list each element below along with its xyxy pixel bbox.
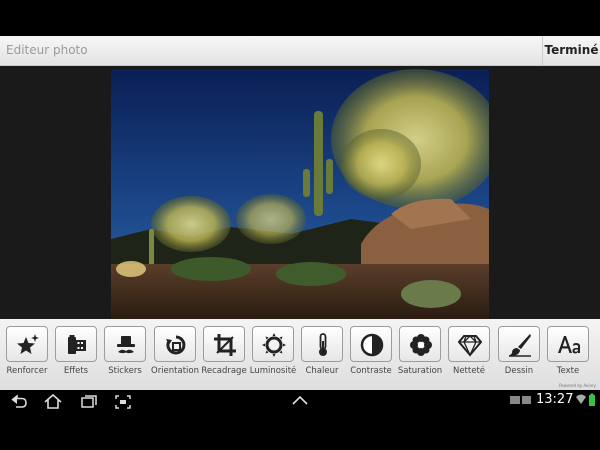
thermometer-icon xyxy=(319,333,327,356)
effets-button[interactable] xyxy=(55,326,97,362)
battery-icon xyxy=(589,393,595,406)
done-button[interactable]: Terminé xyxy=(542,36,600,65)
title-bar: Editeur photo Terminé xyxy=(0,36,600,66)
bottom-black-bar xyxy=(0,414,600,450)
contrast-icon xyxy=(360,333,384,357)
screenshot-icon[interactable] xyxy=(114,394,132,410)
tool-recadrage[interactable]: Recadrage xyxy=(200,326,248,386)
star-sparkle-icon xyxy=(17,334,39,354)
diamond-icon xyxy=(458,335,482,357)
back-icon[interactable] xyxy=(10,394,28,410)
wifi-icon xyxy=(576,394,586,404)
notification-icons xyxy=(510,396,531,404)
tool-saturation[interactable]: Saturation xyxy=(396,326,444,386)
renforcer-button[interactable] xyxy=(6,326,48,362)
tool-stickers[interactable]: Stickers xyxy=(101,326,149,386)
system-nav-bar: 13:27 xyxy=(0,390,600,414)
texte-button[interactable] xyxy=(547,326,589,362)
editor-canvas xyxy=(0,66,600,319)
crop-icon xyxy=(214,334,236,356)
powered-by-logo: Powered by Aviary xyxy=(559,383,596,388)
tool-renforcer[interactable]: Renforcer xyxy=(3,326,51,386)
orientation-button[interactable] xyxy=(154,326,196,362)
flower-icon xyxy=(410,334,432,356)
tool-luminosite[interactable]: Luminosité xyxy=(249,326,297,386)
tool-bar: Renforcer Effets Stickers Orientation Re… xyxy=(0,319,600,397)
tool-orientation[interactable]: Orientation xyxy=(151,326,199,386)
nettete-button[interactable] xyxy=(448,326,490,362)
top-black-bar xyxy=(0,0,600,36)
recent-apps-icon[interactable] xyxy=(80,394,98,410)
recadrage-button[interactable] xyxy=(203,326,245,362)
tool-dessin[interactable]: Dessin xyxy=(495,326,543,386)
saturation-button[interactable] xyxy=(399,326,441,362)
chevron-up-icon[interactable] xyxy=(291,394,309,406)
stickers-button[interactable] xyxy=(104,326,146,362)
tool-nettete[interactable]: Netteté xyxy=(445,326,493,386)
chaleur-button[interactable] xyxy=(301,326,343,362)
page-indicator xyxy=(285,382,315,397)
brush-icon xyxy=(509,334,531,357)
rotate-icon xyxy=(166,335,186,355)
tool-contraste[interactable]: Contraste xyxy=(347,326,395,386)
film-roll-icon xyxy=(68,335,86,354)
hat-mustache-icon xyxy=(117,336,135,354)
status-clock: 13:27 xyxy=(536,392,574,407)
photo-preview[interactable] xyxy=(111,69,489,319)
page-title: Editeur photo xyxy=(6,43,88,57)
contraste-button[interactable] xyxy=(350,326,392,362)
text-icon xyxy=(558,336,580,354)
tool-effets[interactable]: Effets xyxy=(52,326,100,386)
tool-chaleur[interactable]: Chaleur xyxy=(298,326,346,386)
luminosite-button[interactable] xyxy=(252,326,294,362)
sun-icon xyxy=(262,333,286,357)
tool-texte[interactable]: Texte xyxy=(544,326,592,386)
dessin-button[interactable] xyxy=(498,326,540,362)
tool-label: Texte xyxy=(556,366,580,376)
home-icon[interactable] xyxy=(44,394,62,410)
